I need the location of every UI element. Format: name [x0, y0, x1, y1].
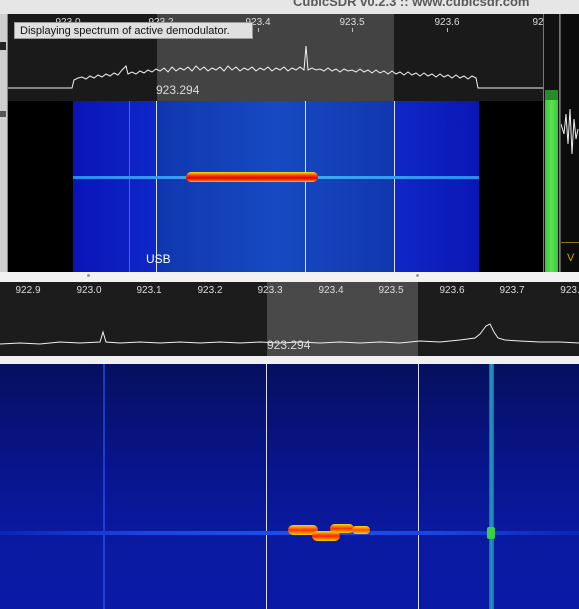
demod-center-frequency: 923.294: [156, 83, 200, 97]
waterfall-carrier-line: [129, 101, 130, 272]
demod-mode-label: USB: [146, 252, 171, 266]
demod-left-edge: [266, 364, 267, 609]
left-panel-marker: [0, 111, 6, 117]
signal-burst: [352, 526, 370, 534]
panel-gap: [0, 356, 579, 364]
scope-trace: [561, 108, 579, 155]
demod-center-line: [305, 101, 306, 272]
waterfall-strong-carrier: [489, 364, 494, 609]
left-panel-marker: [0, 42, 6, 50]
bandwidth-right-edge: [394, 101, 395, 272]
usb-signal-trace: [186, 172, 318, 182]
tooltip: Displaying spectrum of active demodulato…: [14, 22, 253, 39]
main-waterfall-panel[interactable]: [0, 364, 579, 609]
splitter-handle[interactable]: [87, 274, 90, 277]
signal-burst: [330, 524, 354, 533]
splitter-handle[interactable]: [416, 274, 419, 277]
demod-bandwidth-highlight: [157, 101, 394, 272]
waterfall-carrier-line: [103, 364, 105, 609]
panel-separator[interactable]: [0, 272, 579, 282]
carrier-hotspot: [487, 527, 495, 539]
main-center-frequency: 923.294: [267, 338, 311, 352]
demod-right-edge: [418, 364, 419, 609]
bandwidth-left-edge: [156, 101, 157, 272]
signal-level-peak: [545, 90, 558, 100]
scope-panel: V: [560, 14, 579, 272]
left-panel-strip: [0, 14, 8, 272]
scope-divider: [561, 242, 579, 243]
main-spectrum-panel[interactable]: 922.9 923.0 923.1 923.2 923.3 923.4 923.…: [0, 282, 579, 356]
meter-label: V: [567, 252, 575, 264]
signal-level-fill: [545, 100, 558, 272]
demod-waterfall-panel[interactable]: USB: [8, 101, 543, 272]
window-title-bar: CubicSDR v0.2.3 :: www.cubicsdr.com: [0, 0, 579, 14]
window-title: CubicSDR v0.2.3 :: www.cubicsdr.com: [293, 0, 530, 9]
